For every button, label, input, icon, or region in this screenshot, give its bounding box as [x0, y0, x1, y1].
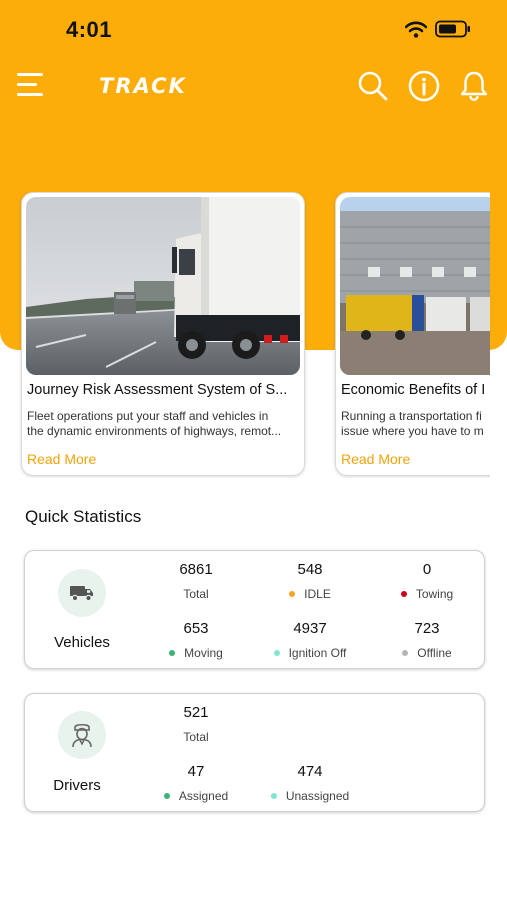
app-bar: TRACK — [0, 62, 507, 110]
stat-label: Total — [183, 587, 209, 601]
stat-value: 521 — [183, 704, 209, 721]
drivers-stats-card[interactable]: Drivers 521 Total 47 Assigned 474 Unassi… — [24, 693, 485, 812]
stat-value: 723 — [414, 620, 440, 637]
wifi-icon — [405, 21, 427, 38]
unassigned-status-dot — [270, 792, 277, 799]
drivers-total-stat[interactable]: 521 Total — [136, 704, 256, 744]
article-image-warehouse — [340, 197, 490, 375]
article-description: Running a transportation fi issue where … — [341, 409, 484, 438]
article-carousel[interactable]: Journey Risk Assessment System of S... F… — [0, 192, 490, 478]
article-description: Fleet operations put your staff and vehi… — [27, 409, 282, 438]
vehicles-idle-stat[interactable]: 548 IDLE — [250, 561, 370, 601]
article-image-truck — [26, 197, 300, 375]
stat-value: 47 — [187, 763, 205, 780]
stat-value: 548 — [297, 561, 323, 578]
status-icons — [405, 20, 471, 38]
stat-label: Towing — [415, 587, 454, 601]
vehicles-total-stat[interactable]: 6861 Total — [136, 561, 256, 601]
stat-label: Offline — [417, 646, 452, 660]
status-bar: 4:01 — [0, 0, 507, 60]
stat-label: Total — [183, 730, 209, 744]
vehicles-ignition-off-stat[interactable]: 4937 Ignition Off — [250, 620, 370, 660]
towing-status-dot — [400, 590, 407, 597]
offline-status-dot — [402, 649, 409, 656]
stat-label: Assigned — [178, 789, 229, 803]
stat-value: 6861 — [179, 561, 213, 578]
stat-value: 4937 — [293, 620, 327, 637]
vehicles-moving-stat[interactable]: 653 Moving — [136, 620, 256, 660]
drivers-label: Drivers — [53, 777, 101, 794]
read-more-link[interactable]: Read More — [27, 451, 96, 467]
vehicles-label: Vehicles — [54, 634, 110, 651]
article-title: Journey Risk Assessment System of S... — [27, 382, 288, 398]
menu-icon[interactable] — [17, 73, 45, 97]
stat-label: Ignition Off — [288, 646, 347, 660]
ignition-off-status-dot — [273, 649, 280, 656]
bell-icon[interactable] — [457, 69, 491, 103]
info-icon[interactable] — [407, 69, 441, 103]
stat-label: Moving — [184, 646, 223, 660]
vehicles-stats-card[interactable]: Vehicles 6861 Total 548 IDLE 0 Towing 65… — [24, 550, 485, 669]
article-card[interactable]: Economic Benefits of I Running a transpo… — [335, 192, 490, 476]
search-icon[interactable] — [356, 69, 390, 103]
assigned-status-dot — [163, 792, 170, 799]
stat-label: Unassigned — [285, 789, 350, 803]
article-title: Economic Benefits of I — [341, 382, 486, 398]
driver-icon — [58, 711, 106, 759]
stat-value: 653 — [183, 620, 209, 637]
stat-value: 0 — [422, 561, 432, 578]
drivers-unassigned-stat[interactable]: 474 Unassigned — [250, 763, 370, 803]
stat-label: IDLE — [304, 587, 331, 601]
idle-status-dot — [289, 590, 296, 597]
stat-value: 474 — [297, 763, 323, 780]
read-more-link[interactable]: Read More — [341, 451, 410, 467]
quick-statistics-title: Quick Statistics — [25, 507, 142, 526]
truck-icon — [58, 569, 106, 617]
article-card[interactable]: Journey Risk Assessment System of S... F… — [21, 192, 305, 476]
app-logo: TRACK — [99, 74, 187, 98]
moving-status-dot — [169, 649, 176, 656]
status-time: 4:01 — [66, 17, 113, 42]
vehicles-towing-stat[interactable]: 0 Towing — [367, 561, 487, 601]
battery-icon — [435, 20, 470, 38]
vehicles-offline-stat[interactable]: 723 Offline — [367, 620, 487, 660]
drivers-assigned-stat[interactable]: 47 Assigned — [136, 763, 256, 803]
